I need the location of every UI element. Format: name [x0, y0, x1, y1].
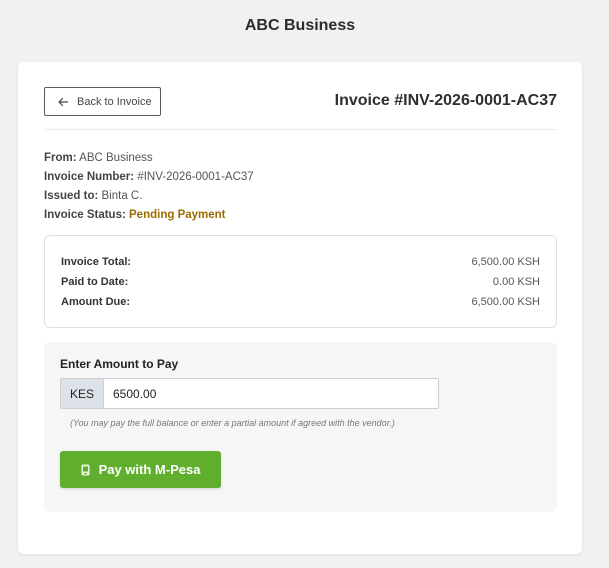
arrow-left-icon: [58, 97, 69, 106]
pay-with-mpesa-button[interactable]: Pay with M-Pesa: [60, 451, 221, 488]
summary-row-due: Amount Due: 6,500.00 KSH: [61, 294, 540, 310]
summary-row-paid: Paid to Date: 0.00 KSH: [61, 274, 540, 290]
meta-status: Invoice Status: Pending Payment: [44, 206, 254, 225]
site-title: ABC Business: [244, 17, 356, 34]
back-to-invoice-button[interactable]: Back to Invoice: [44, 87, 161, 116]
payment-panel: Enter Amount to Pay KES (You may pay the…: [44, 342, 557, 512]
summary-due-value: 6,500.00 KSH: [471, 296, 541, 308]
currency-addon: KES: [61, 379, 104, 408]
summary-row-total: Invoice Total: 6,500.00 KSH: [61, 254, 540, 270]
meta-status-label: Invoice Status:: [44, 209, 126, 221]
meta-issued: Issued to: Binta C.: [44, 187, 254, 206]
pay-amount-label: Enter Amount to Pay: [60, 357, 179, 371]
summary-paid-label: Paid to Date:: [61, 276, 129, 288]
invoice-summary: Invoice Total: 6,500.00 KSH Paid to Date…: [44, 235, 557, 328]
summary-due-label: Amount Due:: [61, 296, 131, 308]
meta-from-label: From:: [44, 152, 77, 164]
meta-from-value: ABC Business: [79, 152, 153, 164]
divider: [44, 129, 557, 130]
summary-total-value: 6,500.00 KSH: [471, 256, 541, 268]
meta-issued-label: Issued to:: [44, 190, 99, 202]
phone-icon: [81, 464, 90, 475]
amount-input[interactable]: [104, 379, 438, 408]
meta-number-label: Invoice Number:: [44, 171, 135, 183]
summary-total-label: Invoice Total:: [61, 256, 132, 268]
pay-button-label: Pay with M-Pesa: [98, 462, 201, 477]
invoice-title: Invoice #INV-2026-0001-AC37: [334, 92, 557, 109]
invoice-card: Back to Invoice Invoice #INV-2026-0001-A…: [18, 62, 582, 554]
back-button-label: Back to Invoice: [77, 95, 152, 108]
meta-number-value: #INV-2026-0001-AC37: [137, 171, 254, 183]
meta-number: Invoice Number: #INV-2026-0001-AC37: [44, 168, 254, 187]
meta-from: From: ABC Business: [44, 149, 254, 168]
meta-issued-value: Binta C.: [101, 190, 143, 202]
payment-hint: (You may pay the full balance or enter a…: [70, 418, 395, 428]
invoice-meta: From: ABC Business Invoice Number: #INV-…: [44, 149, 254, 225]
amount-input-group: KES: [60, 378, 439, 409]
status-badge: Pending Payment: [129, 209, 226, 221]
summary-paid-value: 0.00 KSH: [492, 276, 540, 288]
